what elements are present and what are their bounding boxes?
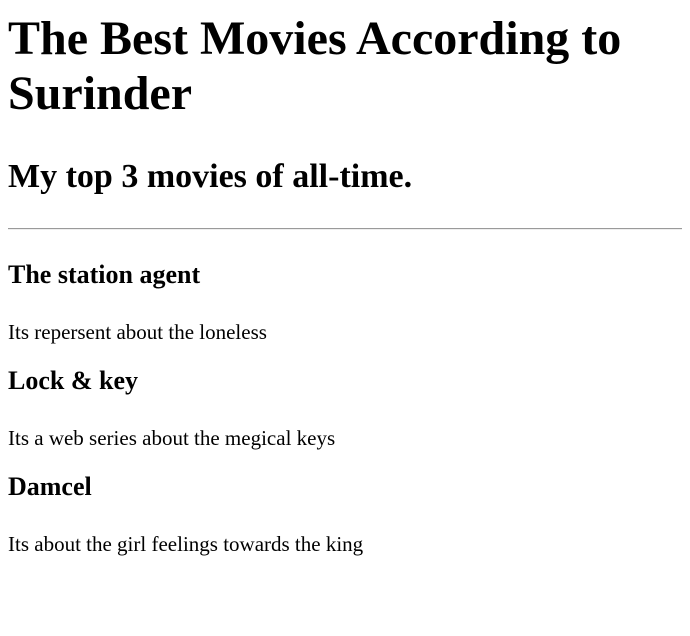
movie-title: Damcel bbox=[8, 472, 92, 501]
movie-item-1: The station agent Its repersent about th… bbox=[8, 260, 682, 344]
movie-title: The station agent bbox=[8, 260, 201, 289]
page-subtitle: My top 3 movies of all-time. bbox=[8, 158, 413, 195]
page-title: The Best Movies According to Surinder bbox=[8, 12, 622, 120]
movie-description: Its repersent about the loneless bbox=[8, 320, 267, 344]
movie-description: Its a web series about the megical keys bbox=[8, 426, 336, 450]
divider bbox=[8, 228, 682, 230]
movie-item-3: Damcel Its about the girl feelings towar… bbox=[8, 472, 682, 556]
page: The Best Movies According to Surinder My… bbox=[0, 11, 690, 556]
movie-description: Its about the girl feelings towards the … bbox=[8, 532, 364, 556]
movie-title: Lock & key bbox=[8, 366, 138, 395]
movie-item-2: Lock & key Its a web series about the me… bbox=[8, 366, 682, 450]
